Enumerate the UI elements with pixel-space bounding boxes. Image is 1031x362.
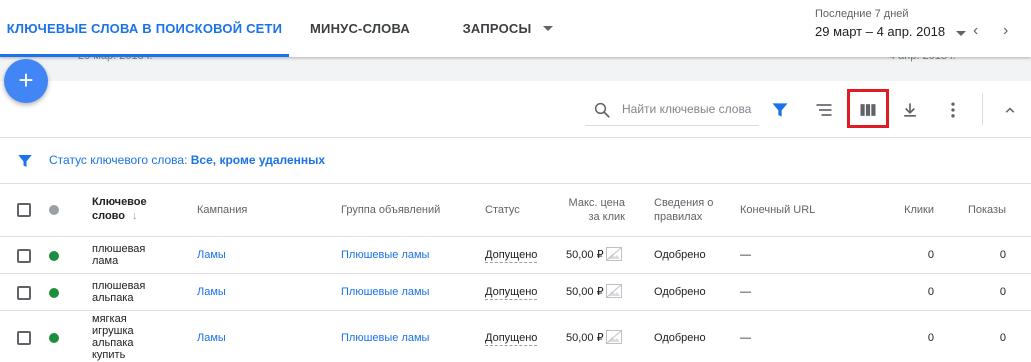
cell-max-cpc[interactable]: 50,00 ₽ — [566, 332, 604, 344]
top-tab-bar: КЛЮЧЕВЫЕ СЛОВА В ПОИСКОВОЙ СЕТИ МИНУС-СЛ… — [0, 0, 1031, 57]
tab-negative-keywords-label: МИНУС-СЛОВА — [310, 21, 410, 36]
filter-icon — [16, 152, 34, 175]
header-impressions[interactable]: Показы — [956, 203, 1006, 217]
cell-clicks: 0 — [927, 286, 934, 298]
filter-chip[interactable]: Статус ключевого слова: Все, кроме удале… — [49, 153, 325, 167]
chevron-up-icon[interactable] — [998, 98, 1022, 122]
cell-clicks: 0 — [927, 249, 934, 261]
arrow-down-icon: ↓ — [132, 210, 138, 222]
status-header-dot — [49, 205, 59, 215]
header-adgroup[interactable]: Группа объявлений — [341, 203, 440, 217]
cell-keyword[interactable]: мягкая игрушка альпака купить — [92, 313, 144, 361]
image-placeholder-icon[interactable] — [606, 247, 622, 264]
prev-period-icon[interactable]: ‹ — [973, 22, 978, 40]
filter-value: Все, кроме удаленных — [190, 153, 326, 167]
table-header: Ключевое слово ↓ Кампания Группа объявле… — [0, 184, 1031, 237]
table-row: плюшевая альпака Ламы Плюшевые ламы Допу… — [0, 274, 1031, 311]
header-keyword-label: Ключевое слово — [92, 196, 147, 222]
row-checkbox[interactable] — [17, 331, 31, 345]
table-toolbar — [0, 81, 1031, 138]
cell-final-url: — — [740, 249, 751, 261]
select-all-checkbox[interactable] — [17, 203, 31, 217]
filter-icon[interactable] — [768, 98, 792, 122]
cell-impressions: 0 — [999, 286, 1006, 298]
cell-status[interactable]: Допущено — [485, 332, 538, 346]
cell-status[interactable]: Допущено — [485, 286, 538, 300]
cell-policy: Одобрено — [654, 332, 706, 344]
next-period-icon[interactable]: › — [1003, 22, 1008, 40]
search-icon — [593, 101, 611, 124]
cell-adgroup[interactable]: Плюшевые ламы — [341, 286, 429, 298]
header-policy[interactable]: Сведения о правилах — [654, 196, 718, 224]
active-filter-row: Статус ключевого слова: Все, кроме удале… — [0, 138, 1031, 184]
filter-label: Статус ключевого слова: — [49, 153, 188, 167]
caret-down-icon — [543, 26, 554, 31]
header-status[interactable]: Статус — [485, 203, 520, 217]
header-max-cpc[interactable]: Макс. цена за клик — [555, 196, 625, 224]
active-tab-underline — [0, 54, 289, 57]
cell-impressions: 0 — [999, 332, 1006, 344]
cell-campaign[interactable]: Ламы — [197, 286, 226, 298]
search-box — [585, 93, 759, 126]
search-input[interactable] — [622, 102, 756, 116]
overview-strip: 29 мар. 2018 г. 4 апр. 2018 г. — [0, 50, 1031, 81]
image-placeholder-icon[interactable] — [606, 330, 622, 347]
tab-search-terms-label: ЗАПРОСЫ — [462, 21, 532, 36]
cell-policy: Одобрено — [654, 249, 706, 261]
cell-max-cpc[interactable]: 50,00 ₽ — [566, 249, 604, 261]
tab-keywords-label: КЛЮЧЕВЫЕ СЛОВА В ПОИСКОВОЙ СЕТИ — [6, 21, 283, 36]
date-range-value[interactable]: 29 март – 4 апр. 2018 — [815, 24, 945, 39]
cell-keyword[interactable]: плюшевая альпака — [92, 280, 156, 304]
status-dot — [49, 251, 59, 261]
status-dot — [49, 333, 59, 343]
header-campaign[interactable]: Кампания — [197, 203, 247, 217]
plus-icon: + — [18, 65, 34, 95]
cell-adgroup[interactable]: Плюшевые ламы — [341, 249, 429, 261]
cell-policy: Одобрено — [654, 286, 706, 298]
row-checkbox[interactable] — [17, 249, 31, 263]
status-dot — [49, 288, 59, 298]
header-clicks[interactable]: Клики — [880, 203, 934, 217]
tab-search-terms[interactable]: ЗАПРОСЫ — [448, 0, 568, 57]
cell-campaign[interactable]: Ламы — [197, 332, 226, 344]
more-vert-icon[interactable] — [941, 98, 965, 122]
cell-final-url: — — [740, 286, 751, 298]
download-icon[interactable] — [898, 98, 922, 122]
date-range-caption: Последние 7 дней — [815, 8, 909, 20]
cell-impressions: 0 — [999, 249, 1006, 261]
tab-keywords[interactable]: КЛЮЧЕВЫЕ СЛОВА В ПОИСКОВОЙ СЕТИ — [0, 0, 289, 57]
toolbar-divider — [982, 93, 983, 125]
add-keyword-button[interactable]: + — [4, 59, 48, 103]
cell-status[interactable]: Допущено — [485, 249, 538, 263]
cell-max-cpc[interactable]: 50,00 ₽ — [566, 286, 604, 298]
table-row: мягкая игрушка альпака купить Ламы Плюше… — [0, 311, 1031, 362]
tab-negative-keywords[interactable]: МИНУС-СЛОВА — [289, 0, 431, 57]
cell-keyword[interactable]: плюшевая лама — [92, 243, 156, 267]
cell-final-url: — — [740, 332, 751, 344]
row-checkbox[interactable] — [17, 286, 31, 300]
image-placeholder-icon[interactable] — [606, 284, 622, 301]
columns-icon[interactable] — [856, 98, 880, 122]
header-final-url[interactable]: Конечный URL — [740, 203, 815, 217]
cell-adgroup[interactable]: Плюшевые ламы — [341, 332, 429, 344]
segment-lines-icon[interactable] — [812, 98, 836, 122]
cell-campaign[interactable]: Ламы — [197, 249, 226, 261]
date-dropdown-icon[interactable] — [956, 31, 966, 36]
cell-clicks: 0 — [927, 332, 934, 344]
date-range-picker[interactable]: Последние 7 дней 29 март – 4 апр. 2018 ‹… — [815, 8, 1031, 48]
table-row: плюшевая лама Ламы Плюшевые ламы Допущен… — [0, 237, 1031, 274]
header-keyword[interactable]: Ключевое слово ↓ — [92, 195, 154, 223]
